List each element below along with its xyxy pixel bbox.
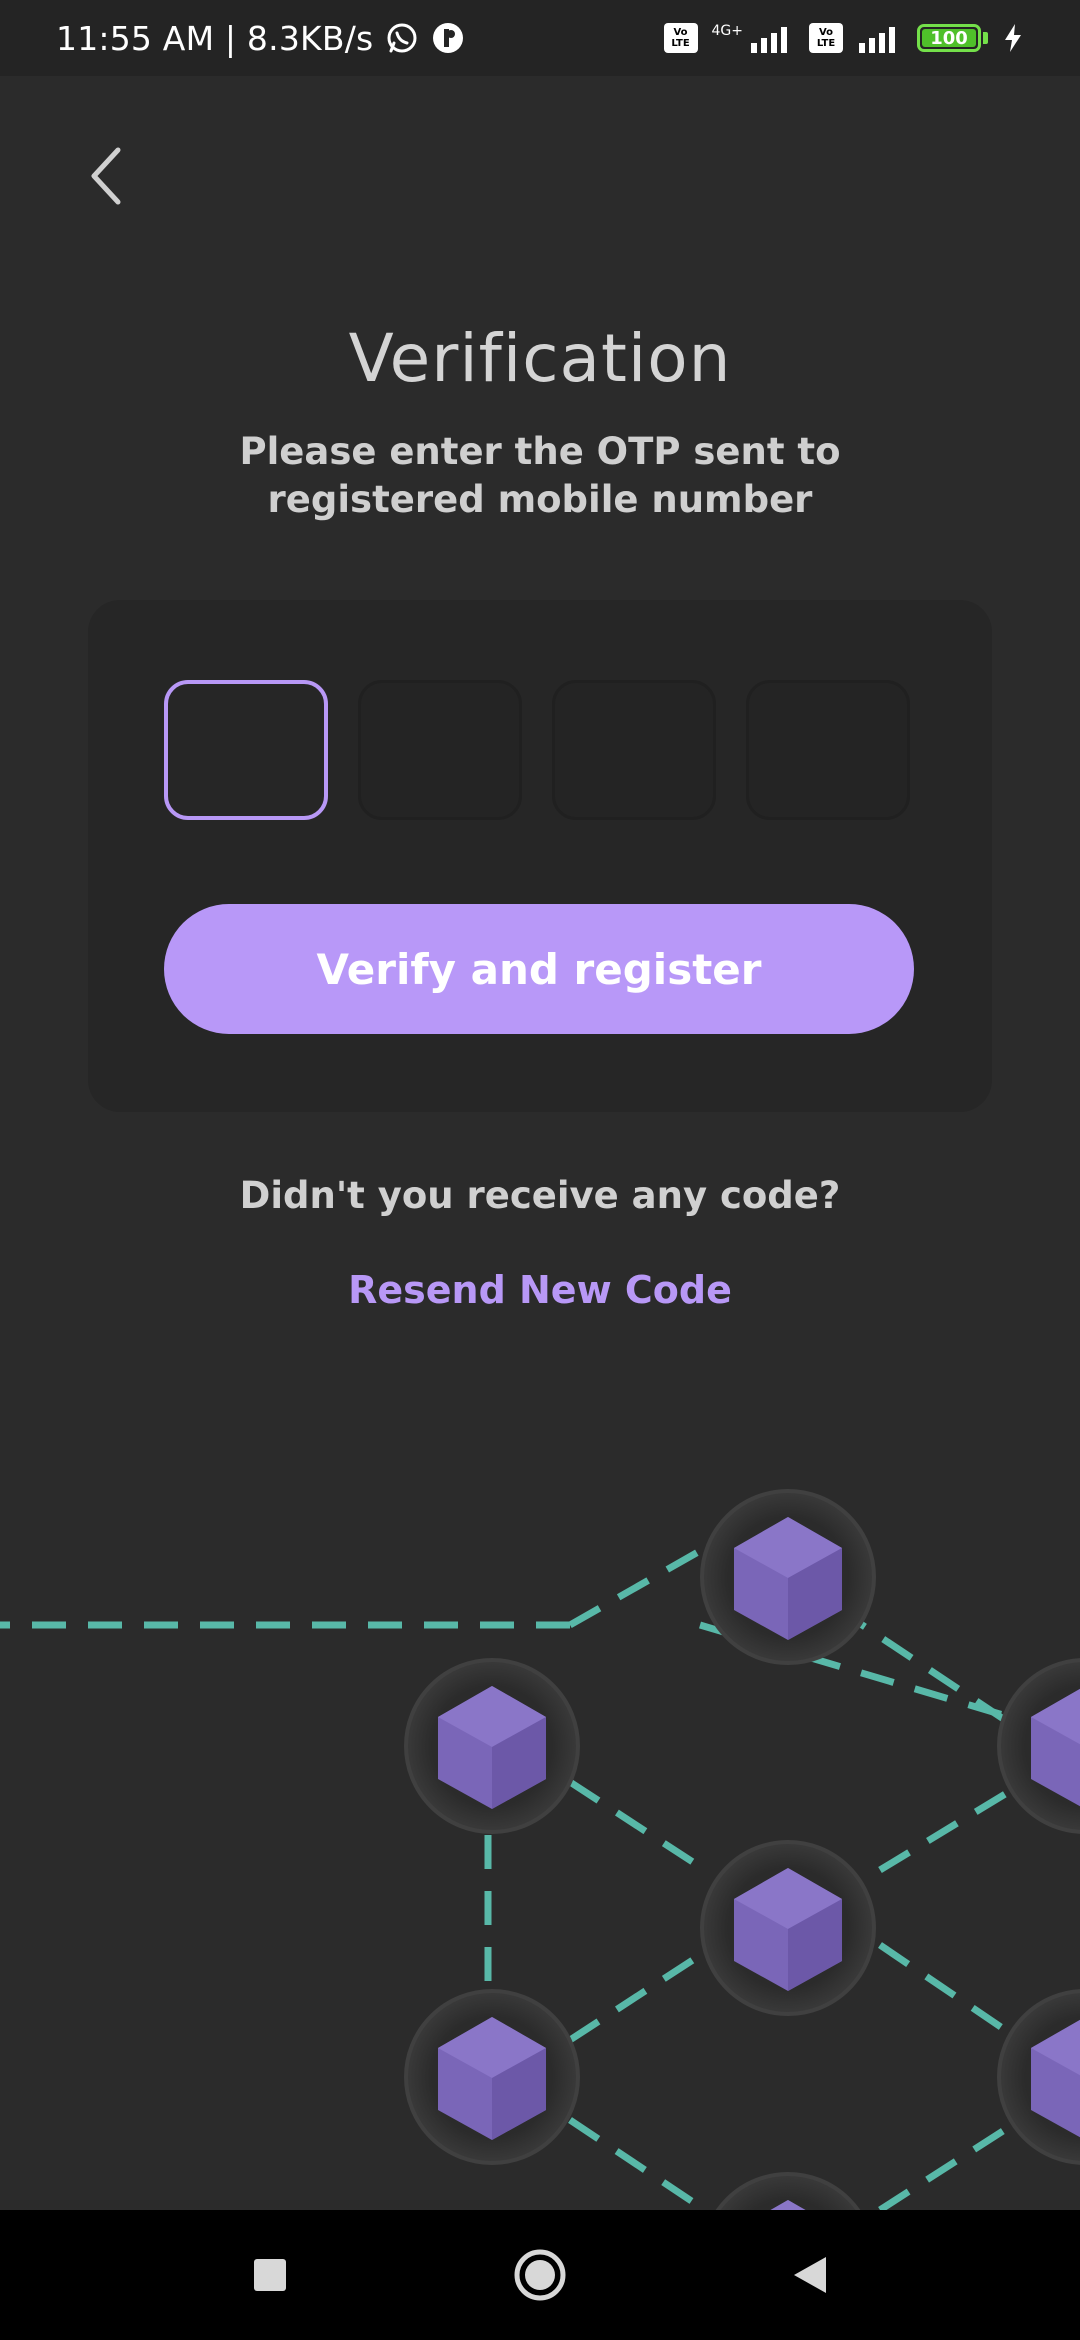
back-triangle-icon [794, 2257, 826, 2293]
back-arrow-icon [91, 147, 121, 205]
node-bottom [715, 2172, 861, 2210]
resend-code-link[interactable]: Resend New Code [0, 1268, 1080, 1312]
no-code-text: Didn't you receive any code? [239, 1174, 841, 1217]
status-left: 11:55 AM | 8.3KB/s [56, 19, 465, 58]
otp-input-row [164, 680, 910, 820]
volte-icon: Vo LTE [663, 23, 698, 53]
battery-level: 100 [930, 27, 968, 49]
otp-digit-4[interactable] [746, 680, 910, 820]
navigation-bar [0, 2210, 1080, 2340]
blockchain-network-illustration [0, 1489, 1080, 2210]
status-right: Vo LTE 4G+ Vo LTE 100 [663, 23, 1025, 53]
recents-button[interactable] [230, 2235, 310, 2315]
otp-digit-1[interactable] [164, 680, 328, 820]
otp-card: Verify and register [88, 600, 992, 1112]
volte-icon-2: Vo LTE [809, 23, 843, 53]
node-top [700, 1489, 876, 1665]
home-circle-icon [514, 2249, 566, 2301]
signal-icon [749, 23, 795, 53]
back-button[interactable] [78, 140, 134, 212]
verify-and-register-button[interactable]: Verify and register [164, 904, 914, 1034]
battery-icon: 100 [917, 24, 981, 52]
signal-icon-2 [857, 23, 903, 53]
page-subtitle: Please enter the OTP sent to registered … [239, 430, 841, 521]
verification-screen: 11:55 AM | 8.3KB/s Vo LTE 4G+ Vo LTE 100… [0, 0, 1080, 2340]
otp-digit-2[interactable] [358, 680, 522, 820]
node-left-lower [404, 1989, 580, 2165]
app-notification-icon [431, 21, 465, 55]
back-nav-button[interactable] [770, 2235, 850, 2315]
node-right-lower [997, 1989, 1080, 2165]
node-right-upper [997, 1658, 1080, 1834]
otp-digit-3[interactable] [552, 680, 716, 820]
node-center [700, 1840, 876, 2016]
status-bar: 11:55 AM | 8.3KB/s Vo LTE 4G+ Vo LTE 100 [0, 0, 1080, 76]
home-button[interactable] [500, 2235, 580, 2315]
charging-icon [1002, 23, 1024, 53]
time-speed-text: 11:55 AM | 8.3KB/s [56, 18, 374, 58]
square-icon [254, 2259, 286, 2291]
network-type-label: 4G+ [711, 23, 744, 39]
battery-tip [983, 32, 988, 44]
node-left-upper [404, 1658, 580, 1834]
whatsapp-icon [385, 21, 419, 55]
page-title: Verification [348, 320, 732, 397]
